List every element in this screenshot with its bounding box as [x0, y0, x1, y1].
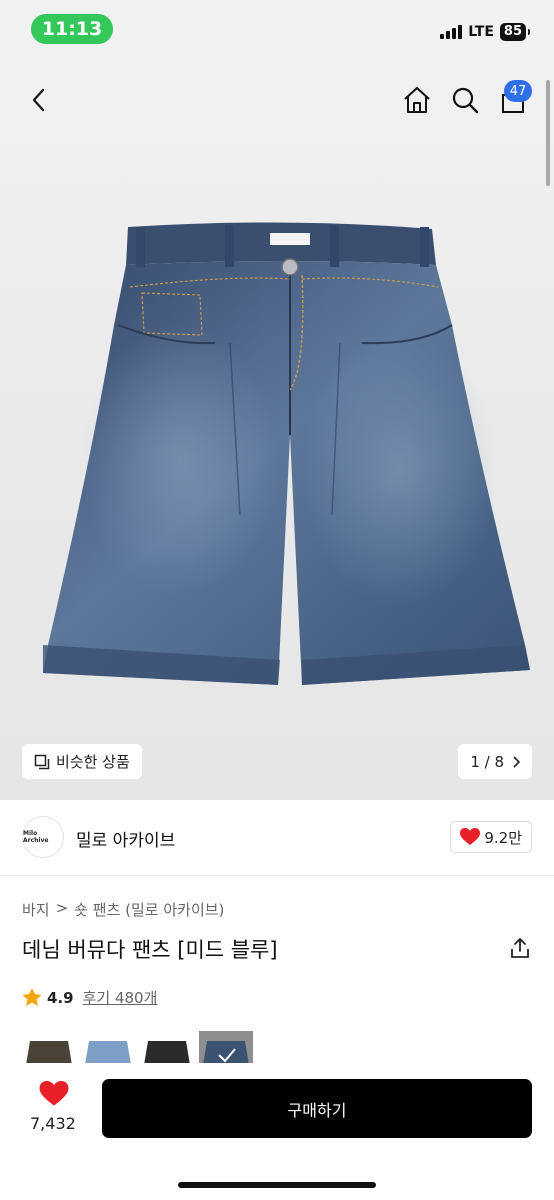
wish-button[interactable]: [28, 1081, 80, 1111]
chevron-right-icon: [513, 755, 520, 768]
brand-row[interactable]: Milo Archive 밀로 아카이브 9.2만: [0, 800, 554, 876]
brand-like-button[interactable]: 9.2만: [450, 821, 532, 853]
heart-icon: [460, 828, 481, 845]
product-gallery[interactable]: 11:13 LTE 85 47 비슷한 상품 1 / 8: [0, 0, 554, 800]
home-indicator[interactable]: [178, 1182, 376, 1188]
home-button[interactable]: [400, 83, 434, 117]
brand-like-count: 9.2만: [484, 828, 522, 847]
pager-text: 1 / 8: [470, 752, 504, 771]
similar-products-label: 비슷한 상품: [56, 753, 130, 771]
rating-row: 4.9 후기 480개: [22, 987, 157, 1008]
heart-icon: [39, 1081, 69, 1106]
copy-icon: [34, 754, 50, 769]
star-icon: [22, 988, 42, 1006]
similar-products-button[interactable]: 비슷한 상품: [22, 744, 142, 779]
breadcrumb-subcategory[interactable]: 숏 팬츠 (밀로 아카이브): [74, 899, 224, 920]
battery-icon: 85: [499, 23, 531, 41]
rating-score: 4.9: [47, 988, 74, 1007]
reviews-link[interactable]: 후기 480개: [83, 987, 158, 1008]
swatch-mid-blue[interactable]: [199, 1031, 253, 1065]
search-button[interactable]: [448, 83, 482, 117]
chevron-left-icon: [32, 88, 45, 112]
product-title: 데님 버뮤다 팬츠 [미드 블루]: [22, 938, 278, 962]
wish-count: 7,432: [30, 1114, 76, 1133]
swatch-light-blue[interactable]: [81, 1031, 135, 1065]
share-icon[interactable]: [508, 936, 532, 960]
swatch-dark-brown[interactable]: [22, 1031, 76, 1065]
signal-icon: [440, 25, 463, 39]
product-image[interactable]: [40, 215, 530, 705]
status-indicators: LTE 85: [440, 22, 531, 42]
cart-count-badge: 47: [504, 80, 532, 102]
back-button[interactable]: [22, 83, 56, 117]
brand-logo[interactable]: Milo Archive: [22, 816, 64, 858]
status-time: 11:13: [31, 14, 113, 44]
brand-name[interactable]: 밀로 아카이브: [76, 826, 175, 851]
swatch-black[interactable]: [140, 1031, 194, 1065]
buy-button[interactable]: 구매하기: [102, 1079, 532, 1138]
scrollbar[interactable]: [546, 80, 550, 186]
home-icon: [404, 87, 430, 113]
breadcrumb: 바지 > 숏 팬츠 (밀로 아카이브): [22, 899, 224, 920]
color-swatches: [22, 1031, 253, 1065]
breadcrumb-separator: >: [55, 899, 69, 917]
breadcrumb-category[interactable]: 바지: [22, 899, 50, 920]
network-label: LTE: [468, 24, 494, 40]
search-icon: [452, 87, 479, 114]
image-pager[interactable]: 1 / 8: [458, 744, 532, 779]
